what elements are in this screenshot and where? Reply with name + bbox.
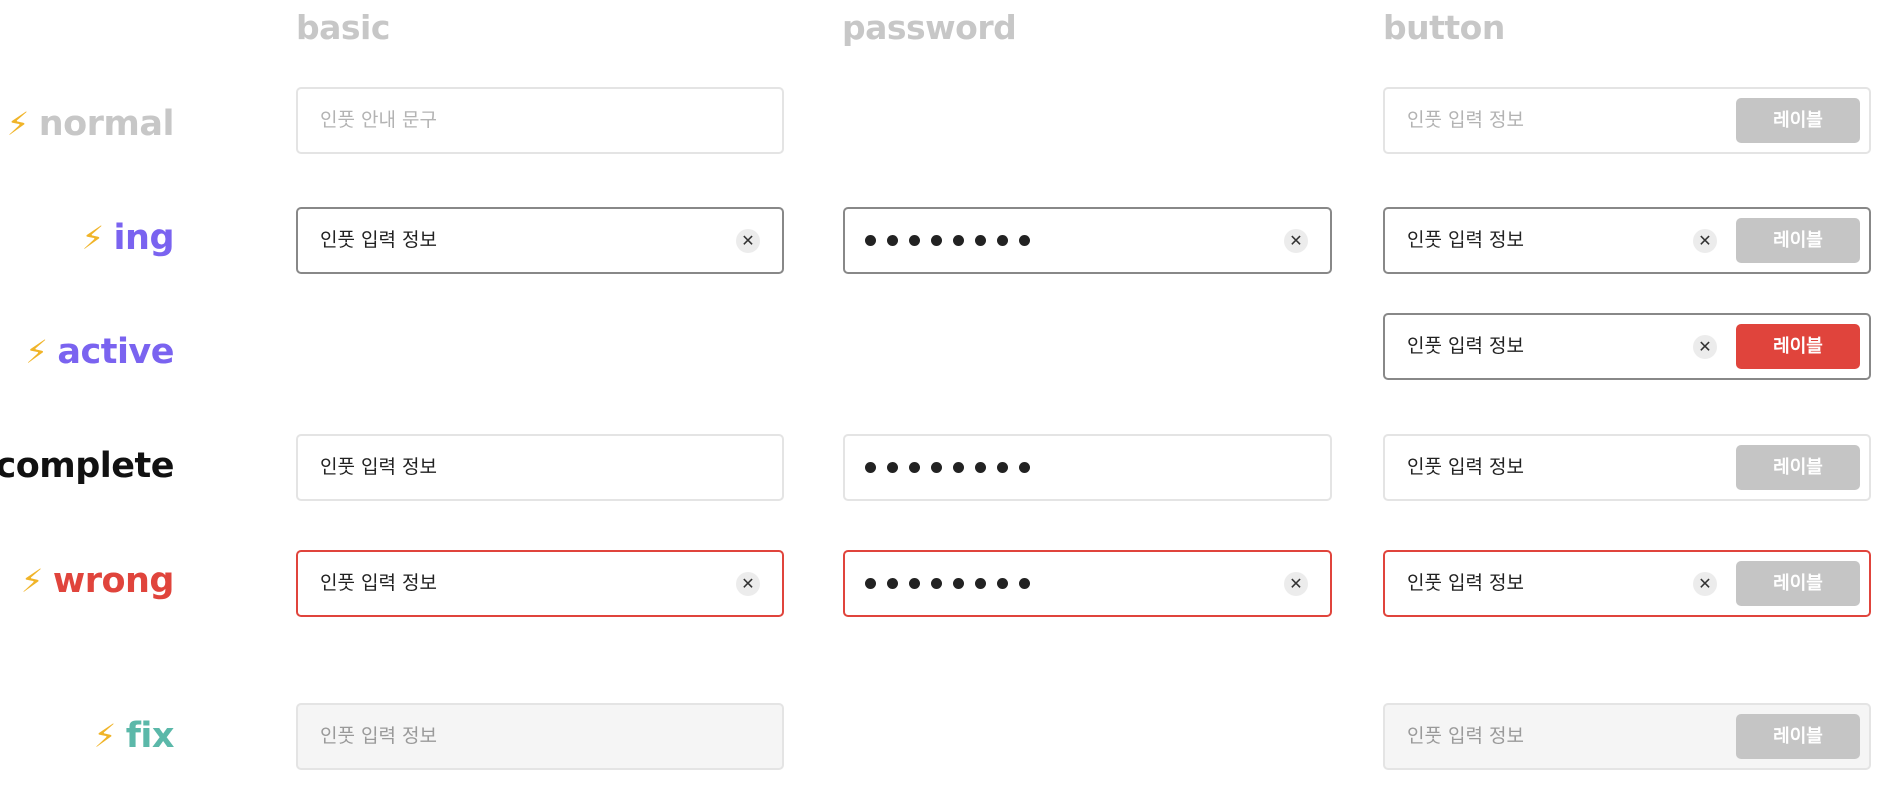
- input-value: 인풋 입력 정보: [1407, 456, 1524, 478]
- state-label-complete: ⚡complete: [0, 442, 174, 490]
- button-input-normal[interactable]: 인풋 입력 정보 레이블: [1383, 87, 1871, 154]
- column-header-basic: basic: [296, 8, 390, 47]
- button-input-wrong[interactable]: 인풋 입력 정보 ✕ 레이블: [1383, 550, 1871, 617]
- label-button[interactable]: 레이블: [1736, 445, 1860, 490]
- password-dots: [865, 209, 1041, 272]
- column-header-button: button: [1383, 8, 1505, 47]
- input-value: 인풋 입력 정보: [1407, 572, 1524, 594]
- button-input-complete[interactable]: 인풋 입력 정보 레이블: [1383, 434, 1871, 501]
- button-input-ing[interactable]: 인풋 입력 정보 ✕ 레이블: [1383, 207, 1871, 274]
- state-label-text: ing: [113, 218, 175, 258]
- column-header-password: password: [842, 8, 1017, 47]
- basic-input-normal[interactable]: 인풋 안내 문구: [296, 87, 784, 154]
- clear-icon[interactable]: ✕: [1284, 229, 1308, 253]
- state-label-text: active: [57, 332, 174, 372]
- state-label-wrong: ⚡ wrong: [20, 557, 175, 605]
- clear-icon[interactable]: ✕: [736, 229, 760, 253]
- input-value: 인풋 입력 정보: [320, 456, 437, 478]
- input-value: 인풋 입력 정보: [320, 725, 437, 747]
- label-button[interactable]: 레이블: [1736, 98, 1860, 143]
- basic-input-complete[interactable]: 인풋 입력 정보: [296, 434, 784, 501]
- input-value: 인풋 입력 정보: [320, 229, 437, 251]
- state-label-text: normal: [38, 104, 175, 144]
- clear-icon[interactable]: ✕: [1693, 229, 1717, 253]
- state-label-fix: ⚡ fix: [93, 712, 175, 760]
- label-button[interactable]: 레이블: [1736, 324, 1860, 369]
- clear-icon[interactable]: ✕: [1284, 572, 1308, 596]
- input-value: 인풋 입력 정보: [1407, 335, 1524, 357]
- label-button[interactable]: 레이블: [1736, 218, 1860, 263]
- button-input-fix: 인풋 입력 정보 레이블: [1383, 703, 1871, 770]
- state-label-text: complete: [0, 446, 174, 486]
- password-input-ing[interactable]: ✕: [843, 207, 1332, 274]
- input-value: 인풋 입력 정보: [1407, 725, 1524, 747]
- basic-input-wrong[interactable]: 인풋 입력 정보 ✕: [296, 550, 784, 617]
- input-value: 인풋 입력 정보: [320, 572, 437, 594]
- clear-icon[interactable]: ✕: [1693, 335, 1717, 359]
- input-value: 인풋 입력 정보: [1407, 229, 1524, 251]
- input-placeholder: 인풋 입력 정보: [1407, 109, 1524, 131]
- password-input-complete[interactable]: [843, 434, 1332, 501]
- lightning-icon: ⚡: [93, 717, 116, 755]
- label-button: 레이블: [1736, 714, 1860, 759]
- lightning-icon: ⚡: [81, 219, 104, 257]
- basic-input-ing[interactable]: 인풋 입력 정보 ✕: [296, 207, 784, 274]
- password-dots: [865, 436, 1041, 499]
- password-dots: [865, 552, 1041, 615]
- state-label-active: ⚡ active: [25, 328, 174, 376]
- password-input-wrong[interactable]: ✕: [843, 550, 1332, 617]
- state-label-ing: ⚡ ing: [81, 214, 175, 262]
- button-input-active[interactable]: 인풋 입력 정보 ✕ 레이블: [1383, 313, 1871, 380]
- basic-input-fix: 인풋 입력 정보: [296, 703, 784, 770]
- clear-icon[interactable]: ✕: [1693, 572, 1717, 596]
- lightning-icon: ⚡: [20, 562, 43, 600]
- state-label-normal: ⚡ normal: [6, 100, 175, 148]
- label-button[interactable]: 레이블: [1736, 561, 1860, 606]
- state-label-text: wrong: [52, 561, 175, 601]
- input-placeholder: 인풋 안내 문구: [320, 109, 437, 131]
- clear-icon[interactable]: ✕: [736, 572, 760, 596]
- state-label-text: fix: [125, 716, 175, 756]
- lightning-icon: ⚡: [25, 333, 48, 371]
- lightning-icon: ⚡: [6, 105, 29, 143]
